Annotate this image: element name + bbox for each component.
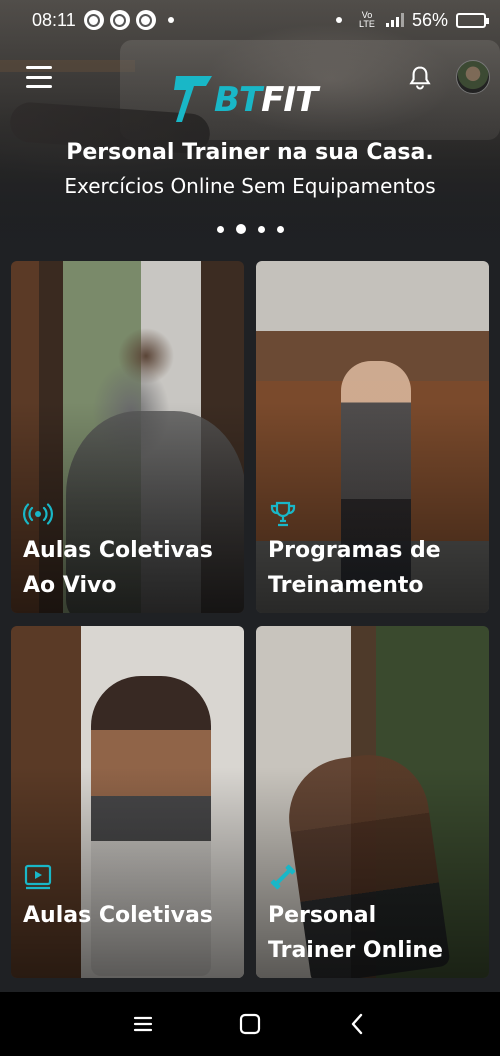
card-title-line2: Ao Vivo bbox=[23, 573, 117, 598]
card-group-classes[interactable]: Aulas Coletivas bbox=[11, 626, 244, 978]
hamburger-line bbox=[26, 66, 52, 69]
system-navigation-bar bbox=[0, 992, 500, 1056]
hero-subtitle: Exercícios Online Sem Equipamentos bbox=[64, 174, 436, 198]
hamburger-line bbox=[26, 75, 52, 79]
btfit-logo: BTFIT bbox=[172, 72, 318, 128]
hamburger-line bbox=[26, 85, 52, 88]
battery-percent: 56% bbox=[411, 9, 448, 30]
dumbbell-icon bbox=[270, 864, 296, 890]
carousel-dot[interactable] bbox=[276, 225, 284, 233]
card-title: Aulas Coletivas bbox=[23, 898, 213, 933]
card-title: Programas de Treinamento bbox=[268, 533, 441, 603]
whatsapp-icon bbox=[83, 10, 104, 30]
volte-indicator: Vo LTE bbox=[359, 10, 375, 29]
menu-button[interactable] bbox=[26, 66, 52, 88]
back-button[interactable] bbox=[337, 1004, 377, 1044]
status-time: 08:11 bbox=[32, 9, 76, 30]
carousel-dot[interactable] bbox=[216, 225, 224, 233]
carousel-dot[interactable] bbox=[257, 225, 265, 233]
card-title-line2: Trainer Online bbox=[268, 938, 443, 963]
logo-text: BTFIT bbox=[214, 80, 318, 120]
signal-icon bbox=[385, 13, 404, 27]
whatsapp-icon bbox=[109, 10, 130, 30]
card-title-line1: Programas de bbox=[268, 538, 441, 563]
home-icon bbox=[239, 1013, 261, 1035]
trophy-icon bbox=[270, 501, 296, 527]
card-personal-trainer-online[interactable]: Personal Trainer Online bbox=[256, 626, 489, 978]
user-avatar[interactable] bbox=[456, 60, 490, 94]
back-arrow-icon bbox=[351, 1013, 362, 1035]
live-broadcast-icon bbox=[23, 503, 53, 525]
video-player-icon bbox=[24, 864, 52, 890]
btfit-logo-mark-icon bbox=[174, 76, 212, 122]
carousel-dot[interactable] bbox=[235, 224, 246, 234]
card-title-line1: Personal bbox=[268, 903, 377, 928]
whatsapp-icon bbox=[135, 10, 156, 30]
notification-bell-icon[interactable] bbox=[406, 64, 434, 92]
carousel-indicator[interactable] bbox=[0, 224, 500, 234]
hero-title: Personal Trainer na sua Casa. bbox=[66, 140, 434, 165]
card-title: Personal Trainer Online bbox=[268, 898, 443, 968]
recent-apps-icon bbox=[134, 1016, 153, 1032]
card-title-line2: Treinamento bbox=[268, 573, 424, 598]
recent-apps-button[interactable] bbox=[123, 1004, 163, 1044]
more-notifications-icon bbox=[167, 17, 174, 23]
home-button[interactable] bbox=[230, 1004, 270, 1044]
card-title: Aulas Coletivas Ao Vivo bbox=[23, 533, 213, 603]
status-bar: 08:11 Vo LTE 56% bbox=[0, 0, 500, 40]
card-title-line1: Aulas Coletivas bbox=[23, 538, 213, 563]
battery-icon bbox=[456, 12, 489, 28]
card-training-programs[interactable]: Programas de Treinamento bbox=[256, 261, 489, 613]
card-title-line1: Aulas Coletivas bbox=[23, 903, 213, 928]
card-live-classes[interactable]: Aulas Coletivas Ao Vivo bbox=[11, 261, 244, 613]
status-dot-icon bbox=[335, 17, 342, 23]
